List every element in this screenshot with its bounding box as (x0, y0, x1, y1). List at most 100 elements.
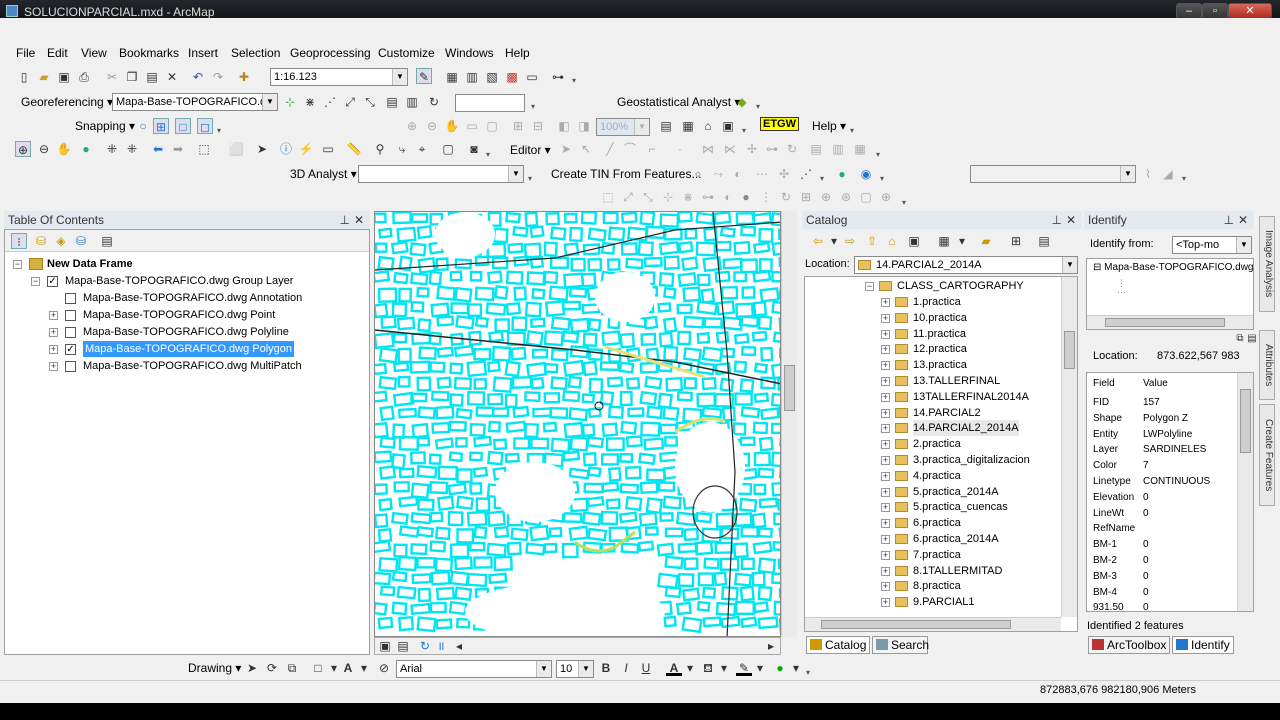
back-icon[interactable]: ⇦ (810, 233, 826, 249)
tool-icon[interactable]: ↻ (778, 189, 794, 205)
dropdown-icon[interactable]: ▾ (788, 660, 804, 676)
expand-icon[interactable]: + (881, 598, 890, 608)
font-color-icon[interactable]: A (666, 660, 682, 676)
rotate-icon[interactable]: ⋰ (322, 94, 338, 110)
toolbar-options-icon[interactable]: ▾ (850, 126, 858, 136)
expand-icon[interactable]: + (881, 519, 890, 529)
help-menu[interactable]: Help ▾ (812, 119, 846, 133)
zoom-percent-combo[interactable]: 100% ▼ (596, 118, 650, 136)
menu-geoprocessing[interactable]: Geoprocessing (290, 46, 371, 60)
python-window-icon[interactable]: ▭ (524, 69, 540, 85)
close-icon[interactable]: ✕ (1066, 211, 1076, 229)
value-column-header[interactable]: Value (1143, 376, 1168, 391)
3d-layer-combo[interactable]: ▼ (358, 165, 524, 183)
menu-selection[interactable]: Selection (231, 46, 280, 60)
create-tin-button[interactable]: Create TIN From Features... (551, 167, 702, 181)
auto-adjust-icon[interactable]: ⋇ (302, 94, 318, 110)
tool-icon[interactable]: ⋇ (680, 189, 696, 205)
scroll-right-icon[interactable]: ▸ (763, 638, 779, 654)
underline-button[interactable]: U (638, 660, 654, 676)
identify-horizontal-scrollbar[interactable] (1087, 315, 1253, 329)
edit-tool-icon[interactable]: ➤ (558, 141, 574, 157)
tool-icon[interactable]: ⊕ (878, 189, 894, 205)
options-icon[interactable]: ▤ (1036, 233, 1052, 249)
identify-icon[interactable]: ⓘ (278, 141, 294, 157)
menu-customize[interactable]: Customize (378, 46, 435, 60)
zoom-100-icon[interactable]: ▢ (484, 118, 500, 134)
fixed-zoom-out-icon[interactable]: ⁜ (124, 141, 140, 157)
map-view[interactable] (374, 211, 781, 637)
fixed-zoom-out-icon[interactable]: ⊟ (530, 118, 546, 134)
identify-from-combo[interactable]: <Top-mo ▼ (1172, 236, 1252, 254)
cut-polygons-icon[interactable]: ✢ (744, 141, 760, 157)
interpolate-point-icon[interactable]: ⋄ (690, 166, 706, 182)
layer-checkbox[interactable] (65, 327, 76, 338)
zoom-to-selected-icon[interactable]: ⧉ (284, 660, 300, 676)
model-builder-icon[interactable]: ⊶ (550, 69, 566, 85)
refresh-icon[interactable]: ↻ (426, 94, 442, 110)
pin-icon[interactable]: ⊥ (340, 211, 350, 229)
edit-vertices-icon[interactable]: ⋈ (700, 141, 716, 157)
dropdown-icon[interactable]: ▾ (356, 660, 372, 676)
dropdown-icon[interactable]: ▾ (752, 660, 768, 676)
pause-drawing-icon[interactable]: ॥ (433, 638, 449, 654)
dropdown-icon[interactable]: ▾ (716, 660, 732, 676)
fixed-zoom-in-icon[interactable]: ⊞ (510, 118, 526, 134)
zoom-out-icon[interactable]: ⊖ (36, 141, 52, 157)
toolbar-options-icon[interactable]: ▾ (820, 174, 828, 184)
add-data-icon[interactable]: ✚ (236, 69, 252, 85)
profile-graph-icon[interactable]: ◢ (1160, 166, 1176, 182)
edge-snapping-icon[interactable]: ◻ (197, 118, 213, 134)
expand-icon[interactable]: + (881, 535, 890, 544)
toolbar-options-icon[interactable]: ▾ (1182, 174, 1190, 184)
find-icon[interactable]: ⚲ (372, 141, 388, 157)
rectangle-icon[interactable]: □ (310, 660, 326, 676)
expand-icon[interactable]: + (881, 361, 890, 371)
viewer-icon[interactable]: ▥ (404, 94, 420, 110)
tool-icon[interactable]: ⤢ (620, 189, 636, 205)
menu-bookmarks[interactable]: Bookmarks (119, 46, 179, 60)
expand-icon[interactable]: + (881, 313, 890, 323)
expand-icon[interactable]: + (49, 362, 58, 371)
copy-icon[interactable]: ❐ (124, 69, 140, 85)
maximize-button[interactable]: ▫ (1202, 3, 1228, 19)
zoom-whole-page-icon[interactable]: ▭ (464, 118, 480, 134)
drawing-menu[interactable]: Drawing ▾ (188, 661, 241, 675)
straight-segment-icon[interactable]: ╱ (602, 141, 618, 157)
menu-help[interactable]: Help (505, 46, 530, 60)
identify-result-row[interactable]: ⊟ Mapa-Base-TOPOGRAFICO.dwg (1093, 260, 1253, 276)
forward-extent-icon[interactable]: ➡ (170, 141, 186, 157)
layout-pan-icon[interactable]: ✋ (444, 118, 460, 134)
expand-icon[interactable]: + (881, 503, 890, 513)
connect-folder-icon[interactable]: ▣ (906, 233, 922, 249)
expand-icon[interactable]: + (881, 456, 890, 465)
expand-icon[interactable]: + (881, 487, 890, 497)
globe-icon[interactable]: ● (738, 189, 754, 205)
close-icon[interactable]: ✕ (1238, 211, 1248, 229)
tool-icon[interactable]: ⊛ (838, 189, 854, 205)
close-icon[interactable]: ✕ (354, 211, 364, 229)
next-extent-icon[interactable]: ◨ (576, 118, 592, 134)
hyperlink-icon[interactable]: ⚡ (298, 141, 314, 157)
bold-button[interactable]: B (598, 660, 614, 676)
home-icon[interactable]: ⌂ (884, 233, 900, 249)
expand-icon[interactable]: + (49, 345, 58, 354)
geostatistical-analyst-menu[interactable]: Geostatistical Analyst ▾ (617, 95, 740, 109)
pin-icon[interactable]: ⊥ (1052, 211, 1062, 229)
steepest-path-icon[interactable]: ✣ (776, 166, 792, 182)
group-layer-checkbox[interactable]: ✓ (47, 276, 58, 287)
toolbar-options-icon[interactable]: ▾ (756, 102, 764, 112)
menu-insert[interactable]: Insert (188, 46, 218, 60)
identify-tab[interactable]: Identify (1172, 636, 1234, 654)
expand-icon[interactable]: + (49, 328, 58, 337)
arctoolbox-tab[interactable]: ArcToolbox (1088, 636, 1170, 654)
up-one-level-icon[interactable]: ⇧ (864, 233, 880, 249)
print-icon[interactable]: ⎙ (76, 69, 92, 85)
fixed-zoom-in-icon[interactable]: ⁜ (104, 141, 120, 157)
etgw-logo[interactable]: ETGW (760, 117, 799, 131)
search-window-icon[interactable]: ▧ (484, 69, 500, 85)
layout-zoom-out-icon[interactable]: ⊖ (424, 118, 440, 134)
toolbar-options-icon[interactable]: ▾ (217, 126, 225, 136)
new-document-icon[interactable]: ▯ (16, 69, 32, 85)
profile-layer-combo[interactable]: ▼ (970, 165, 1136, 183)
